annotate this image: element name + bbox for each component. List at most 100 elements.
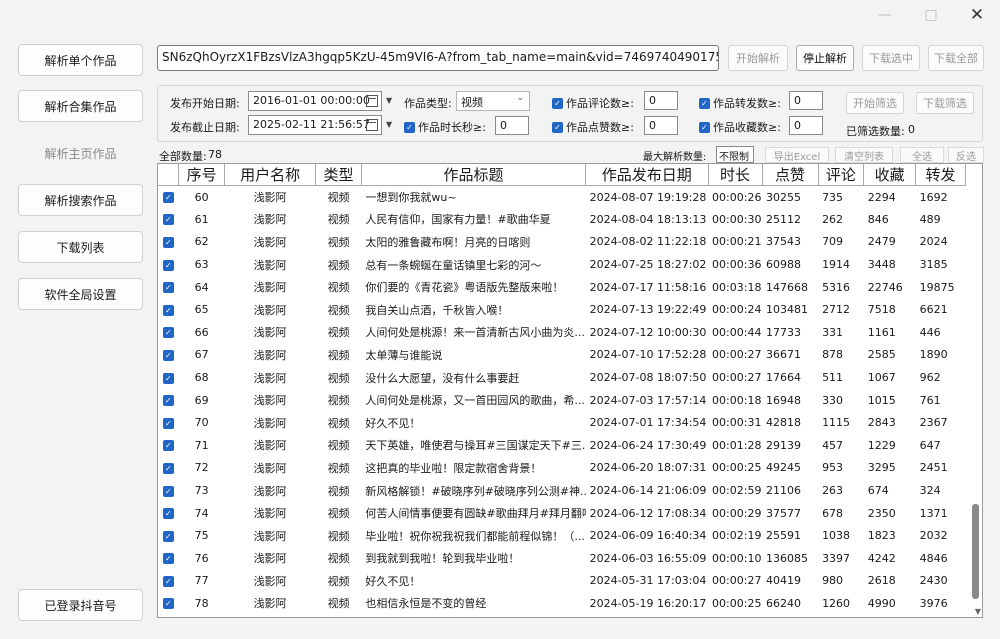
table-row[interactable]: ✓ 71 浅影阿 视频 天下英雄，唯使君与操耳#三国谋定天下#三... 2024-06-2… [158, 434, 966, 457]
download-list-button[interactable]: 下载列表 [18, 231, 143, 263]
download-filter-button[interactable]: 下载筛选 [916, 92, 974, 114]
table-row[interactable]: ✓ 60 浅影阿 视频 一想到你我就wu~ 2024-08-07 19:19:28 00:0… [158, 186, 966, 209]
table-row[interactable]: ✓ 62 浅影阿 视频 太阳的雅鲁藏布啊！月亮的日喀则 2024-08-02 11:22:… [158, 231, 966, 254]
url-input[interactable]: SN6zQhOyrzX1FBzsVlzA3hgqp5KzU-45m9VI6-A?… [157, 45, 719, 71]
header-title[interactable]: 作品标题 [361, 164, 587, 186]
table-row[interactable]: ✓ 69 浅影阿 视频 人间何处是桃源，又一首田园风的歌曲，希... 2024-07-03… [158, 389, 966, 412]
cell-type: 视频 [327, 213, 350, 227]
row-checkbox[interactable]: ✓ [158, 479, 179, 502]
parse-homepage-button[interactable]: 解析主页作品 [18, 137, 143, 169]
minimize-button[interactable]: — [862, 0, 908, 30]
header-publish-date[interactable]: 作品发布日期 [585, 164, 709, 186]
table-row[interactable]: ✓ 74 浅影阿 视频 何苦人间情事便要有圆缺#歌曲拜月#拜月翻唱 2024-06-12 … [158, 502, 966, 525]
parse-single-button[interactable]: 解析单个作品 [18, 44, 143, 76]
export-excel-button[interactable]: 导出Excel [765, 147, 829, 163]
row-checkbox[interactable]: ✓ [158, 592, 179, 615]
header-favorites[interactable]: 收藏 [863, 164, 917, 186]
start-date-picker[interactable]: 2016-01-01 00:00:00 [248, 91, 382, 111]
stop-parse-button[interactable]: 停止解析 [796, 45, 854, 71]
comments-checkbox[interactable]: ✓ 作品评论数≥: [552, 95, 634, 111]
cell-duration: 00:02:19 [712, 529, 762, 543]
comments-input[interactable]: 0 [644, 91, 678, 110]
row-checkbox[interactable]: ✓ [158, 276, 179, 299]
checkmark-icon: ✓ [404, 121, 415, 133]
table-row[interactable]: ✓ 64 浅影阿 视频 你们要的《青花瓷》粤语版先整版来啦！ 2024-07-17 11:… [158, 276, 966, 299]
header-likes[interactable]: 点赞 [762, 164, 819, 186]
chevron-down-icon[interactable]: ▼ [386, 96, 392, 105]
table-row[interactable]: ✓ 63 浅影阿 视频 总有一条蜿蜒在童话镇里七彩的河～ 2024-07-25 18:27… [158, 253, 966, 276]
row-checkbox[interactable]: ✓ [158, 186, 179, 209]
cell-publish-date: 2024-07-12 10:00:30 [589, 325, 707, 339]
row-checkbox[interactable]: ✓ [158, 344, 179, 367]
vertical-scrollbar[interactable] [972, 504, 979, 599]
header-duration[interactable]: 时长 [708, 164, 763, 186]
end-date-picker[interactable]: 2025-02-11 21:56:57 [248, 115, 382, 135]
row-checkbox[interactable]: ✓ [158, 547, 179, 570]
start-parse-button[interactable]: 开始解析 [728, 45, 788, 71]
cell-username: 浅影阿 [253, 416, 287, 430]
cell-index: 76 [194, 551, 209, 565]
table-row[interactable]: ✓ 75 浅影阿 视频 毕业啦！祝你祝我祝我们都能前程似锦！（... 2024-06-09… [158, 524, 966, 547]
likes-checkbox[interactable]: ✓ 作品点赞数≥: [552, 119, 634, 135]
row-checkbox[interactable]: ✓ [158, 231, 179, 254]
header-comments[interactable]: 评论 [818, 164, 865, 186]
duration-input[interactable]: 0 [495, 116, 529, 135]
start-filter-button[interactable]: 开始筛选 [846, 92, 904, 114]
max-parse-input[interactable]: 不限制 [716, 146, 754, 163]
close-button[interactable]: ✕ [954, 0, 1000, 30]
table-row[interactable]: ✓ 70 浅影阿 视频 好久不见！ 2024-07-01 17:34:54 00:00:31… [158, 411, 966, 434]
scroll-down-icon[interactable]: ▼ [975, 607, 981, 616]
cell-comments: 678 [822, 506, 844, 520]
duration-checkbox[interactable]: ✓ 作品时长秒≥: [404, 119, 486, 135]
likes-input[interactable]: 0 [644, 116, 678, 135]
select-all-button[interactable]: 全选 [900, 147, 944, 163]
row-checkbox[interactable]: ✓ [158, 411, 179, 434]
cell-likes: 49245 [766, 461, 802, 475]
cell-likes: 17664 [766, 371, 802, 385]
global-settings-button[interactable]: 软件全局设置 [18, 278, 143, 310]
row-checkbox[interactable]: ✓ [158, 321, 179, 344]
invert-select-button[interactable]: 反选 [948, 147, 984, 163]
row-checkbox[interactable]: ✓ [158, 298, 179, 321]
table-row[interactable]: ✓ 76 浅影阿 视频 到我就到我啦！轮到我毕业啦！ 2024-06-03 16:55:0… [158, 547, 966, 570]
header-username[interactable]: 用户名称 [224, 164, 317, 186]
cell-duration: 00:00:26 [712, 190, 762, 204]
table-row[interactable]: ✓ 67 浅影阿 视频 太单薄与谁能说 2024-07-10 17:52:28 00:00:… [158, 344, 966, 367]
table-row[interactable]: ✓ 65 浅影阿 视频 我自关山点酒，千秋皆入喉！ 2024-07-13 19:22:49… [158, 298, 966, 321]
row-checkbox[interactable]: ✓ [158, 208, 179, 231]
table-row[interactable]: ✓ 68 浅影阿 视频 没什么大愿望，没有什么事要赶 2024-07-08 18:07:5… [158, 366, 966, 389]
row-checkbox[interactable]: ✓ [158, 570, 179, 593]
table-row[interactable]: ✓ 72 浅影阿 视频 这把真的毕业啦！限定款宿舍背景！ 2024-06-20 18:07… [158, 457, 966, 480]
favorites-checkbox[interactable]: ✓ 作品收藏数≥: [699, 119, 781, 135]
download-selected-button[interactable]: 下载选中 [862, 45, 920, 71]
type-select[interactable]: 视频 ⌄ [456, 91, 530, 111]
row-checkbox[interactable]: ✓ [158, 524, 179, 547]
table-row[interactable]: ✓ 61 浅影阿 视频 人民有信仰，国家有力量！#歌曲华夏 2024-08-04 18:1… [158, 208, 966, 231]
row-checkbox[interactable]: ✓ [158, 366, 179, 389]
table-row[interactable]: ✓ 78 浅影阿 视频 也相信永恒是不变的曾经 2024-05-19 16:20:17 00… [158, 592, 966, 615]
table-row[interactable]: ✓ 73 浅影阿 视频 新风格解锁！#破晓序列#破晓序列公测#神... 2024-06-1… [158, 479, 966, 502]
shares-checkbox[interactable]: ✓ 作品转发数≥: [699, 95, 781, 111]
chevron-down-icon[interactable]: ▼ [386, 120, 392, 129]
row-checkbox[interactable]: ✓ [158, 434, 179, 457]
download-all-button[interactable]: 下载全部 [928, 45, 984, 71]
parse-search-button[interactable]: 解析搜索作品 [18, 184, 143, 216]
favorites-input[interactable]: 0 [789, 116, 823, 135]
header-checkbox[interactable] [158, 164, 180, 186]
maximize-button[interactable]: □ [908, 0, 954, 30]
table-row[interactable]: ✓ 66 浅影阿 视频 人间何处是桃源！来一首清新古风小曲为炎... 2024-07-12… [158, 321, 966, 344]
row-checkbox[interactable]: ✓ [158, 253, 179, 276]
header-type[interactable]: 类型 [315, 164, 362, 186]
filter-panel: 发布开始日期: 2016-01-01 00:00:00 ▼ 发布截止日期: 20… [157, 85, 983, 142]
table-row[interactable]: ✓ 77 浅影阿 视频 好久不见！ 2024-05-31 17:03:04 00:00:27… [158, 570, 966, 593]
cell-publish-date: 2024-07-08 18:07:50 [589, 371, 707, 385]
row-checkbox[interactable]: ✓ [158, 457, 179, 480]
row-checkbox[interactable]: ✓ [158, 389, 179, 412]
row-checkbox[interactable]: ✓ [158, 502, 179, 525]
parse-collection-button[interactable]: 解析合集作品 [18, 90, 143, 122]
logged-account-button[interactable]: 已登录抖音号 [18, 589, 143, 621]
header-index[interactable]: 序号 [178, 164, 225, 186]
clear-list-button[interactable]: 清空列表 [835, 147, 893, 163]
shares-input[interactable]: 0 [789, 91, 823, 110]
header-shares[interactable]: 转发 [915, 164, 966, 186]
